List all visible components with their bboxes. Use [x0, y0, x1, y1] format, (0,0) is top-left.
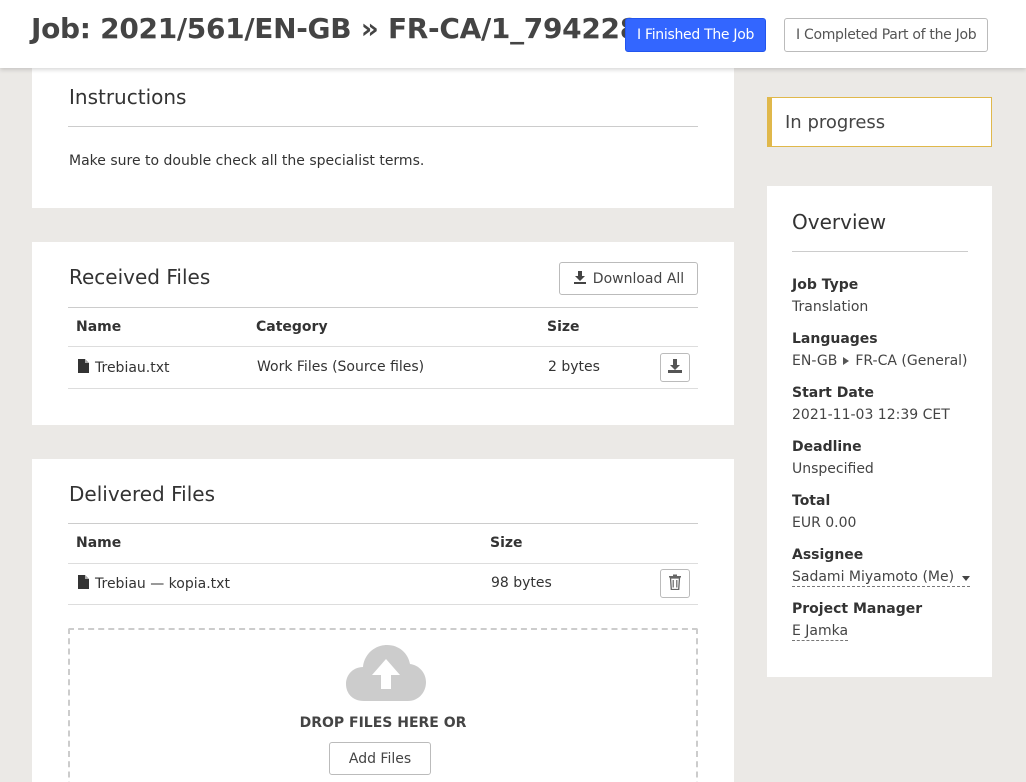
- delete-file-button[interactable]: [660, 569, 690, 598]
- total-label: Total: [792, 493, 831, 509]
- deadline-value: Unspecified: [792, 461, 874, 477]
- project-manager-label: Project Manager: [792, 601, 923, 617]
- file-size: 98 bytes: [491, 575, 552, 591]
- source-language: EN-GB: [792, 353, 838, 369]
- download-icon: [573, 270, 587, 288]
- column-header-name: Name: [76, 319, 122, 335]
- file-dropzone[interactable]: DROP FILES HERE OR Add Files: [68, 628, 698, 782]
- job-type-label: Job Type: [792, 277, 859, 293]
- divider: [792, 251, 968, 252]
- caret-down-icon: [962, 569, 971, 585]
- file-name-cell: Trebiau.txt: [78, 359, 170, 377]
- target-language: FR-CA (General): [855, 353, 968, 369]
- deadline-label: Deadline: [792, 439, 862, 455]
- assignee-label: Assignee: [792, 547, 864, 563]
- status-label: In progress: [785, 111, 886, 133]
- divider: [68, 346, 698, 347]
- project-manager-value: E Jamka: [792, 623, 849, 641]
- column-header-name: Name: [76, 535, 122, 551]
- delivered-files-card: Delivered Files Name Size Trebiau — kopi…: [32, 459, 734, 782]
- triangle-right-icon: [843, 353, 850, 369]
- languages-label: Languages: [792, 331, 878, 347]
- project-manager-link[interactable]: E Jamka: [792, 623, 849, 641]
- page-title: Job: 2021/561/EN-GB » FR-CA/1_794228/1: [31, 12, 669, 45]
- column-header-category: Category: [256, 319, 328, 335]
- page-header: Job: 2021/561/EN-GB » FR-CA/1_794228/1 I…: [0, 0, 1026, 68]
- completed-part-button[interactable]: I Completed Part of the Job: [784, 18, 989, 52]
- divider: [68, 307, 698, 308]
- column-header-size: Size: [547, 319, 580, 335]
- file-icon: [78, 359, 89, 377]
- download-all-label: Download All: [592, 270, 685, 287]
- file-name[interactable]: Trebiau — kopia.txt: [95, 576, 230, 592]
- job-type-value: Translation: [792, 299, 869, 315]
- cloud-upload-icon: [346, 645, 426, 707]
- file-icon: [78, 575, 89, 593]
- file-name-cell: Trebiau — kopia.txt: [78, 575, 230, 593]
- start-date-label: Start Date: [792, 385, 874, 401]
- file-size: 2 bytes: [548, 359, 600, 375]
- trash-icon: [668, 574, 682, 594]
- divider: [68, 523, 698, 524]
- download-all-button[interactable]: Download All: [559, 262, 698, 295]
- download-file-button[interactable]: [660, 353, 690, 382]
- column-header-size: Size: [490, 535, 523, 551]
- divider: [68, 126, 698, 127]
- divider: [68, 604, 698, 605]
- start-date-value: 2021-11-03 12:39 CET: [792, 407, 950, 423]
- finished-job-button[interactable]: I Finished The Job: [625, 18, 767, 52]
- overview-title: Overview: [792, 210, 887, 234]
- delivered-files-title: Delivered Files: [69, 482, 215, 506]
- received-files-title: Received Files: [69, 265, 211, 289]
- instructions-title: Instructions: [69, 85, 187, 109]
- languages-value: EN-GB FR-CA (General): [792, 353, 968, 369]
- file-name[interactable]: Trebiau.txt: [95, 360, 170, 376]
- add-files-button[interactable]: Add Files: [329, 742, 431, 775]
- download-icon: [667, 358, 683, 378]
- overview-card: Overview Job Type Translation Languages …: [767, 186, 992, 677]
- dropzone-text: DROP FILES HERE OR: [299, 715, 467, 731]
- file-category: Work Files (Source files): [257, 359, 425, 375]
- received-files-card: Received Files Download All Name Categor…: [32, 242, 734, 425]
- divider: [68, 388, 698, 389]
- assignee-value: Sadami Miyamoto (Me): [792, 569, 955, 585]
- total-value: EUR 0.00: [792, 515, 857, 531]
- assignee-dropdown[interactable]: Sadami Miyamoto (Me): [792, 569, 971, 587]
- instructions-card: Instructions Make sure to double check a…: [32, 68, 734, 208]
- instructions-text: Make sure to double check all the specia…: [69, 153, 425, 169]
- status-badge: In progress: [767, 97, 992, 147]
- divider: [68, 563, 698, 564]
